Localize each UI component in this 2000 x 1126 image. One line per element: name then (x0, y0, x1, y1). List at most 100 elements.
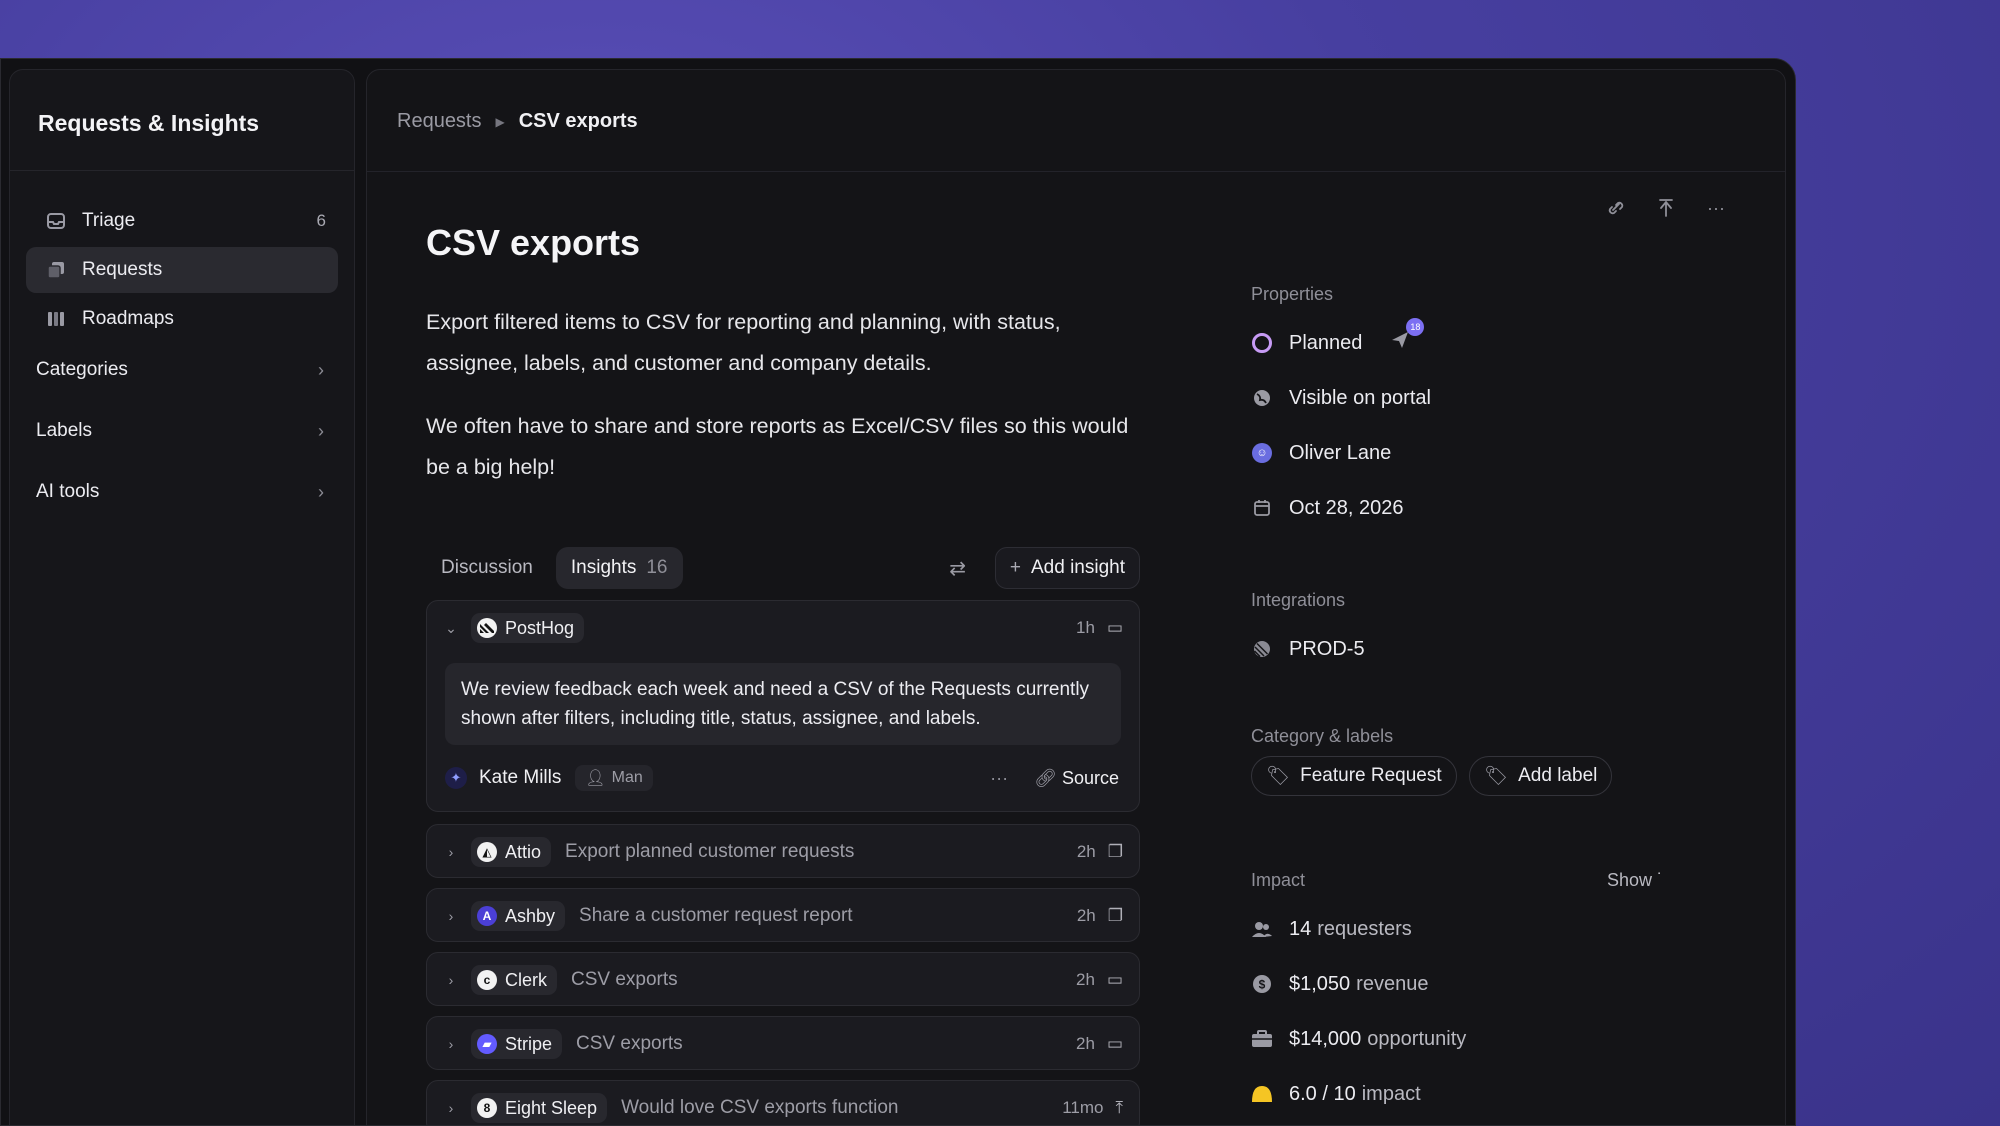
impact-opportunity: $14,000 opportunity (1251, 1024, 1466, 1054)
inbox-icon: ▭ (1106, 1034, 1123, 1053)
request-description: Export filtered items to CSV for reporti… (426, 302, 1146, 488)
visibility-property[interactable]: Visible on portal (1251, 383, 1431, 413)
insight-quote: We review feedback each week and need a … (445, 663, 1121, 745)
map-icon (46, 309, 66, 329)
company-chip[interactable]: ▰ Stripe (471, 1029, 563, 1059)
integrations-heading: Integrations (1251, 590, 1346, 610)
inbox-icon: ▭ (1106, 970, 1123, 989)
sidebar-section-categories[interactable]: Categories › (26, 350, 338, 390)
category-labels-heading: Category & labels (1251, 726, 1394, 746)
insight-header[interactable]: ⌄ PostHog 1h ▭ (427, 601, 1139, 655)
insight-summary: CSV exports (571, 969, 678, 990)
author-name[interactable]: Kate Mills (479, 767, 561, 789)
breadcrumb-current: CSV exports (518, 110, 638, 132)
sidebar: Requests & Insights Triage 6 Requests Ro… (9, 69, 355, 1125)
header-divider (367, 171, 1785, 172)
linear-icon (1251, 638, 1273, 660)
chevron-right-icon[interactable]: › (431, 972, 471, 988)
insight-summary: Export planned customer requests (565, 841, 855, 862)
more-icon[interactable]: ··· (1707, 198, 1725, 223)
insight-card-expanded: ⌄ PostHog 1h ▭ We review feedback each w… (426, 600, 1140, 812)
ashby-logo-icon: A (477, 906, 497, 926)
sidebar-item-roadmaps[interactable]: Roadmaps (26, 296, 338, 342)
insight-time: 2h (1076, 1034, 1095, 1053)
notification-badge: 18 (1406, 318, 1425, 336)
svg-text:$: $ (1259, 978, 1266, 992)
category-label: Feature Request (1300, 765, 1442, 786)
integration-item[interactable]: PROD-5 (1251, 634, 1365, 664)
status-circle-icon (1251, 332, 1273, 354)
insight-row[interactable]: › A Ashby Share a customer request repor… (426, 888, 1140, 942)
insight-row[interactable]: › c Clerk CSV exports 2h ▭ (426, 952, 1140, 1006)
insight-row[interactable]: › ◭ Attio Export planned customer reques… (426, 824, 1140, 878)
section-label: AI tools (36, 481, 100, 502)
calendar-icon (1251, 497, 1273, 519)
more-icon[interactable]: ··· (990, 768, 1008, 789)
category-chip[interactable]: 🏷︎ Feature Request (1251, 756, 1457, 796)
add-insight-button[interactable]: + Add insight (994, 547, 1140, 589)
description-paragraph: We often have to share and store reports… (426, 414, 1129, 479)
section-label: Categories (36, 359, 128, 380)
company-chip[interactable]: PostHog (471, 613, 585, 643)
chevron-right-icon[interactable]: › (431, 908, 471, 924)
avatar: ☺ (1251, 442, 1273, 464)
tab-insights[interactable]: Insights 16 (555, 547, 683, 589)
impact-revenue: $ $1,050 revenue (1251, 969, 1428, 999)
impact-unit: opportunity (1367, 1027, 1467, 1050)
tab-label: Insights (570, 557, 637, 578)
merge-icon: ⤒ (1115, 1098, 1123, 1117)
impact-value: $1,050 (1289, 972, 1351, 995)
impact-value: 6.0 / 10 (1289, 1082, 1356, 1105)
sparkle-icon: ✦ (445, 767, 467, 789)
add-label-button[interactable]: 🏷︎ Add label (1469, 756, 1613, 796)
source-link[interactable]: 🔗︎ Source (1034, 768, 1119, 789)
sidebar-item-requests[interactable]: Requests (26, 247, 338, 293)
company-name: Stripe (505, 1033, 553, 1054)
app-window: Requests & Insights Triage 6 Requests Ro… (0, 58, 1796, 1126)
chevron-right-icon[interactable]: › (431, 844, 471, 860)
insight-time: 11mo (1062, 1098, 1104, 1117)
insight-row[interactable]: › 8 Eight Sleep Would love CSV exports f… (426, 1080, 1140, 1125)
inbox-icon: ▭ (1106, 618, 1123, 637)
stack-icon: ❐ (1107, 906, 1123, 925)
eight-sleep-logo-icon: 8 (477, 1098, 497, 1118)
link-icon[interactable] (1607, 198, 1625, 223)
chevron-right-icon[interactable]: › (431, 1036, 471, 1052)
description-paragraph: Export filtered items to CSV for reporti… (426, 310, 1061, 375)
author-tag[interactable]: 👤︎ Man (575, 765, 653, 791)
sidebar-item-label: Requests (82, 259, 163, 280)
tab-label: Discussion (441, 557, 533, 578)
author-actions: ··· 🔗︎ Source (990, 768, 1119, 789)
merge-icon[interactable] (1657, 198, 1675, 223)
tab-bar: Discussion Insights 16 ⇄ + Add insight (426, 546, 1140, 590)
users-icon (1251, 918, 1273, 940)
impact-unit: revenue (1356, 972, 1429, 995)
tab-discussion[interactable]: Discussion (426, 547, 548, 589)
sidebar-section-ai-tools[interactable]: AI tools › (26, 472, 338, 512)
sidebar-item-triage[interactable]: Triage 6 (26, 198, 338, 244)
insight-summary: Share a customer request report (579, 905, 853, 926)
company-chip[interactable]: ◭ Attio (471, 837, 552, 867)
company-chip[interactable]: A Ashby (471, 901, 566, 931)
company-chip[interactable]: c Clerk (471, 965, 558, 995)
chevron-right-icon: › (318, 481, 324, 502)
impact-show-toggle[interactable]: Show ˙ (1607, 870, 1663, 891)
row-meta: 2h ❐ (1077, 906, 1123, 926)
insight-row[interactable]: › ▰ Stripe CSV exports 2h ▭ (426, 1016, 1140, 1070)
refresh-icon[interactable]: ⇄ (949, 556, 966, 581)
breadcrumb-parent[interactable]: Requests (397, 110, 482, 133)
properties-heading: Properties (1251, 284, 1334, 304)
date-label: Oct 28, 2026 (1289, 496, 1404, 519)
send-icon[interactable]: 18 (1390, 318, 1425, 356)
assignee-property[interactable]: ☺ Oliver Lane (1251, 438, 1391, 468)
chevron-right-icon[interactable]: › (431, 1100, 471, 1116)
company-chip[interactable]: 8 Eight Sleep (471, 1093, 608, 1123)
impact-value: $14,000 (1289, 1027, 1362, 1050)
triage-count: 6 (316, 211, 326, 230)
date-property[interactable]: Oct 28, 2026 (1251, 493, 1404, 523)
clerk-logo-icon: c (477, 970, 497, 990)
chevron-down-icon[interactable]: ⌄ (431, 620, 471, 637)
status-property[interactable]: Planned 18 (1251, 318, 1425, 358)
sidebar-section-labels[interactable]: Labels › (26, 411, 338, 451)
insight-time: 2h (1076, 842, 1096, 861)
